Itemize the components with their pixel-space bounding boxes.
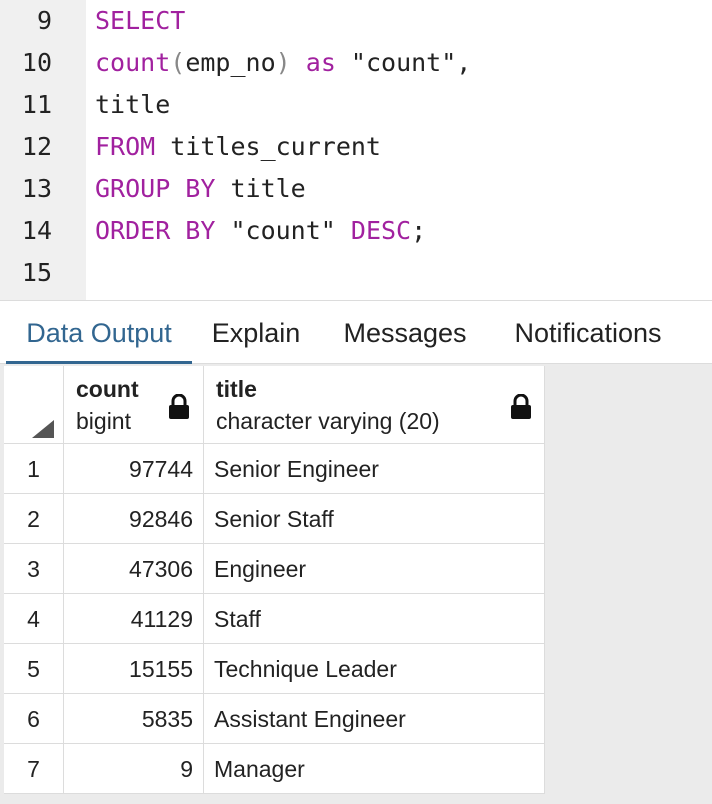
sql-keyword: FROM xyxy=(95,132,156,161)
sql-keyword: as xyxy=(305,48,336,77)
sql-keyword: DESC xyxy=(350,216,412,245)
code-line[interactable]: 9 SELECT xyxy=(0,0,712,42)
table-row[interactable]: 7 9 Manager xyxy=(4,744,545,794)
cell-title[interactable]: Engineer xyxy=(204,544,545,594)
cell-title[interactable]: Assistant Engineer xyxy=(204,694,545,744)
code-text: GROUP BY title xyxy=(95,168,306,210)
column-name: count xyxy=(76,376,139,402)
column-type: character varying (20) xyxy=(216,408,440,434)
column-header-count[interactable]: count bigint xyxy=(64,366,204,444)
row-number[interactable]: 7 xyxy=(4,744,64,794)
code-text: count(emp_no) as "count", xyxy=(95,42,471,84)
code-line[interactable]: 15 xyxy=(0,252,712,294)
cell-title[interactable]: Technique Leader xyxy=(204,644,545,694)
tab-messages[interactable]: Messages xyxy=(330,301,480,364)
table-row[interactable]: 6 5835 Assistant Engineer xyxy=(4,694,545,744)
line-number: 11 xyxy=(21,90,52,119)
code-line[interactable]: 14 ORDER BY "count" DESC; xyxy=(0,210,712,252)
code-token: "count", xyxy=(335,48,472,77)
line-number: 10 xyxy=(21,48,52,77)
code-token: ; xyxy=(411,216,427,245)
cell-count[interactable]: 5835 xyxy=(64,694,204,744)
data-output-grid: count bigint title character varying (20… xyxy=(0,364,712,804)
sql-keyword: SELECT xyxy=(95,6,186,35)
line-number: 9 xyxy=(36,6,52,35)
code-text: title xyxy=(95,84,170,126)
code-token: ( xyxy=(170,48,186,77)
line-number: 12 xyxy=(21,132,52,161)
cell-title[interactable]: Senior Staff xyxy=(204,494,545,544)
cell-count[interactable]: 15155 xyxy=(64,644,204,694)
cell-title[interactable]: Senior Engineer xyxy=(204,444,545,494)
row-number[interactable]: 5 xyxy=(4,644,64,694)
table-row[interactable]: 4 41129 Staff xyxy=(4,594,545,644)
sql-keyword: ORDER BY xyxy=(95,216,216,245)
code-text: FROM titles_current xyxy=(95,126,381,168)
code-text: SELECT xyxy=(95,0,185,42)
sql-keyword: GROUP BY xyxy=(95,174,216,203)
row-number[interactable]: 1 xyxy=(4,444,64,494)
code-line[interactable]: 13 GROUP BY title xyxy=(0,168,712,210)
cell-title[interactable]: Staff xyxy=(204,594,545,644)
column-type: bigint xyxy=(76,408,131,434)
code-token: title xyxy=(95,90,171,119)
cell-count[interactable]: 92846 xyxy=(64,494,204,544)
code-line[interactable]: 11 title xyxy=(0,84,712,126)
cell-title[interactable]: Manager xyxy=(204,744,545,794)
grid-header-row: count bigint title character varying (20… xyxy=(4,366,545,444)
column-name: title xyxy=(216,376,257,402)
cell-count[interactable]: 47306 xyxy=(64,544,204,594)
sql-keyword: count xyxy=(95,48,171,77)
sql-editor[interactable]: 9 SELECT 10 count(emp_no) as "count", 11 titl… xyxy=(0,0,712,300)
code-line[interactable]: 12 FROM titles_current xyxy=(0,126,712,168)
line-number: 15 xyxy=(21,258,52,287)
row-number[interactable]: 2 xyxy=(4,494,64,544)
line-number: 14 xyxy=(21,216,52,245)
table-row[interactable]: 2 92846 Senior Staff xyxy=(4,494,545,544)
row-number[interactable]: 3 xyxy=(4,544,64,594)
tab-notifications[interactable]: Notifications xyxy=(498,301,678,364)
select-all-corner[interactable] xyxy=(4,366,64,444)
code-text: ORDER BY "count" DESC; xyxy=(95,210,426,252)
line-number: 13 xyxy=(21,174,52,203)
table-row[interactable]: 1 97744 Senior Engineer xyxy=(4,444,545,494)
cell-count[interactable]: 97744 xyxy=(64,444,204,494)
code-token: titles_current xyxy=(155,132,381,161)
lock-icon xyxy=(169,394,189,419)
table-row[interactable]: 3 47306 Engineer xyxy=(4,544,545,594)
lock-icon xyxy=(511,394,531,419)
code-token: "count" xyxy=(215,216,351,245)
corner-triangle-icon xyxy=(32,420,54,438)
code-token: ) xyxy=(275,48,291,77)
cell-count[interactable]: 41129 xyxy=(64,594,204,644)
row-number[interactable]: 4 xyxy=(4,594,64,644)
row-number[interactable]: 6 xyxy=(4,694,64,744)
code-token: title xyxy=(215,174,306,203)
code-line[interactable]: 10 count(emp_no) as "count", xyxy=(0,42,712,84)
result-tab-bar: Data Output Explain Messages Notificatio… xyxy=(0,300,712,365)
column-header-title[interactable]: title character varying (20) xyxy=(204,366,545,444)
cell-count[interactable]: 9 xyxy=(64,744,204,794)
tab-data-output[interactable]: Data Output xyxy=(6,301,192,365)
tab-explain[interactable]: Explain xyxy=(200,301,312,364)
code-token: emp_no xyxy=(185,48,276,77)
table-row[interactable]: 5 15155 Technique Leader xyxy=(4,644,545,694)
